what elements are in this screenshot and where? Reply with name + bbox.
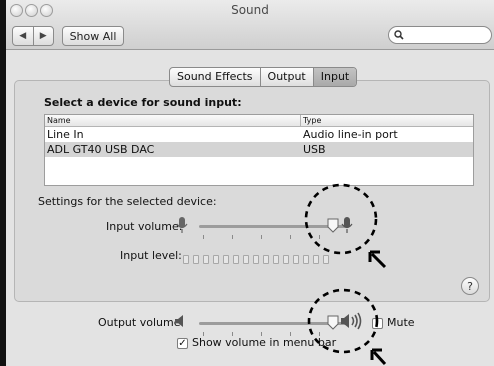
mute-label: Mute (387, 316, 415, 329)
level-segment (293, 255, 299, 264)
slider-track (199, 322, 346, 325)
speaker-low-icon (175, 315, 183, 327)
tab-sound-effects[interactable]: Sound Effects (170, 68, 260, 86)
device-name: Line In (47, 128, 84, 141)
show-volume-checkbox[interactable]: ✓ (177, 338, 188, 349)
sound-tabs: Sound Effects Output Input (169, 67, 358, 87)
slider-tick (290, 235, 291, 239)
table-row-selected[interactable]: ADL GT40 USB DAC USB (45, 142, 473, 157)
device-type: USB (303, 143, 326, 156)
mute-checkbox[interactable] (372, 318, 383, 329)
level-segment (183, 255, 189, 264)
microphone-high-icon (341, 217, 353, 233)
level-segment (243, 255, 249, 264)
table-header: Name Type (45, 115, 473, 127)
level-segment (193, 255, 199, 264)
level-segment (263, 255, 269, 264)
forward-button[interactable]: ▶ (32, 27, 54, 45)
input-level-label: Input level: (120, 249, 182, 262)
speaker-high-icon (341, 312, 362, 330)
output-volume-label: Output volume: (98, 316, 185, 329)
title-bar: Sound ◀ ▶ Show All (6, 0, 494, 50)
level-segment (233, 255, 239, 264)
level-segment (253, 255, 259, 264)
navigation-buttons: ◀ ▶ (12, 26, 54, 46)
level-segment (313, 255, 319, 264)
search-field[interactable] (388, 26, 492, 44)
column-header-type[interactable]: Type (303, 115, 321, 126)
tab-output[interactable]: Output (259, 68, 313, 86)
level-segment (213, 255, 219, 264)
device-type: Audio line-in port (303, 128, 398, 141)
level-segment (323, 255, 329, 264)
arrow-pointer-icon (370, 348, 387, 366)
help-button[interactable]: ? (461, 277, 479, 295)
settings-heading: Settings for the selected device: (38, 195, 217, 208)
slider-thumb[interactable] (327, 218, 339, 233)
back-arrow-icon: ◀ (19, 31, 27, 41)
table-row[interactable]: Line In Audio line-in port (45, 127, 473, 142)
slider-track (199, 225, 346, 228)
level-segment (223, 255, 229, 264)
microphone-low-icon (176, 217, 188, 233)
column-header-name[interactable]: Name (47, 115, 71, 126)
level-segment (203, 255, 209, 264)
search-icon (394, 30, 404, 40)
input-volume-slider[interactable] (199, 218, 346, 241)
output-volume-slider[interactable] (199, 315, 346, 338)
show-all-button[interactable]: Show All (62, 26, 124, 46)
slider-tick (232, 235, 233, 239)
tab-input[interactable]: Input (312, 68, 357, 86)
level-segment (283, 255, 289, 264)
show-volume-label: Show volume in menu bar (192, 336, 337, 349)
slider-thumb[interactable] (327, 315, 339, 330)
device-name: ADL GT40 USB DAC (47, 143, 155, 156)
input-volume-label: Input volume: (106, 220, 183, 233)
input-level-meter (183, 255, 329, 264)
window-title: Sound (231, 3, 269, 17)
forward-arrow-icon: ▶ (39, 31, 47, 41)
back-button[interactable]: ◀ (13, 27, 33, 45)
slider-tick (203, 235, 204, 239)
device-list-heading: Select a device for sound input: (44, 96, 242, 109)
slider-tick (319, 235, 320, 239)
column-divider (300, 115, 301, 126)
input-device-table[interactable]: Name Type Line In Audio line-in port ADL… (44, 114, 474, 186)
level-segment (303, 255, 309, 264)
level-segment (273, 255, 279, 264)
sound-preferences-window: Sound ◀ ▶ Show All Sound Effects Output … (6, 0, 494, 366)
slider-tick (261, 235, 262, 239)
